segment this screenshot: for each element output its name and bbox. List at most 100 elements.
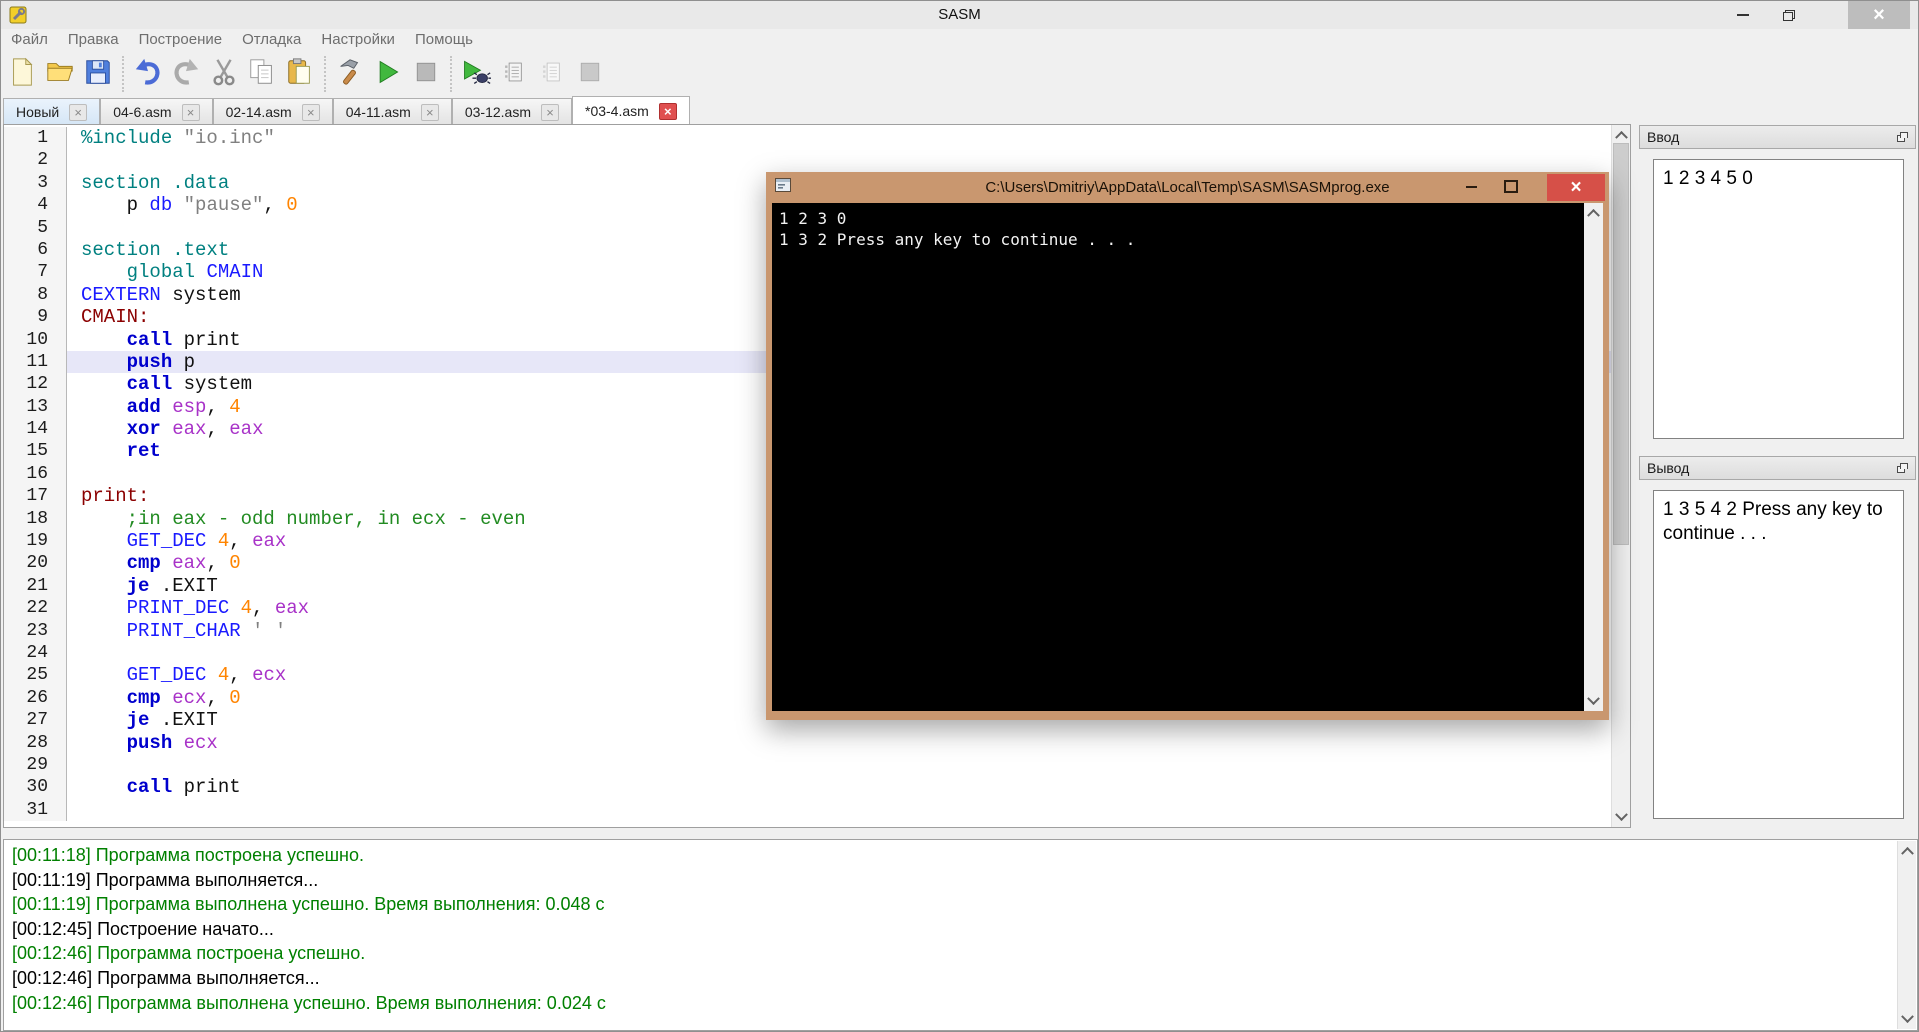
- menu-item-3[interactable]: Построение: [129, 29, 233, 51]
- editor-line[interactable]: 2: [4, 149, 1612, 172]
- copy-icon: [247, 57, 277, 92]
- float-panel-icon[interactable]: [1897, 132, 1908, 142]
- undo-button[interactable]: [129, 54, 167, 94]
- line-number: 3: [4, 171, 67, 195]
- copy-button[interactable]: [243, 54, 281, 94]
- scroll-up-icon[interactable]: [1612, 126, 1630, 144]
- undo-icon: [133, 57, 163, 92]
- tab-Новый[interactable]: Новый: [3, 98, 101, 125]
- console-window[interactable]: C:\Users\Dmitriy\AppData\Local\Temp\SASM…: [766, 172, 1609, 720]
- menu-item-5[interactable]: Настройки: [311, 29, 405, 51]
- build-button[interactable]: [331, 54, 369, 94]
- tab-02-14.asm[interactable]: 02-14.asm: [212, 98, 333, 125]
- editor-scrollbar[interactable]: [1611, 125, 1630, 827]
- line-number: 26: [4, 686, 67, 710]
- editor-line[interactable]: 31: [4, 798, 1612, 822]
- window-title: SASM: [938, 6, 981, 23]
- tab-label: 04-11.asm: [345, 104, 411, 120]
- editor-line[interactable]: 1 %include "io.inc": [4, 127, 1612, 150]
- debug-button[interactable]: [457, 54, 495, 94]
- tab-close-icon[interactable]: [541, 103, 559, 121]
- tab-03-4.asm[interactable]: *03-4.asm: [572, 96, 690, 125]
- console-scrollbar[interactable]: [1584, 203, 1603, 711]
- debug-memory-button[interactable]: [533, 54, 571, 94]
- paste-button[interactable]: [281, 54, 319, 94]
- debug-registers-button[interactable]: [495, 54, 533, 94]
- line-number: 11: [4, 350, 67, 374]
- line-number: 23: [4, 619, 67, 642]
- console-maximize-button[interactable]: [1491, 172, 1531, 201]
- line-number: 13: [4, 395, 67, 419]
- tab-close-icon[interactable]: [69, 103, 88, 121]
- redo-icon: [171, 57, 201, 92]
- float-panel-icon[interactable]: [1897, 463, 1908, 473]
- toolbar-separator: [122, 56, 124, 92]
- console-minimize-icon: [1465, 185, 1477, 188]
- tab-04-6.asm[interactable]: 04-6.asm: [100, 98, 213, 125]
- tab-label: 03-12.asm: [464, 104, 531, 120]
- scroll-up-icon[interactable]: [1898, 842, 1916, 860]
- stop-debug-button[interactable]: [571, 54, 609, 94]
- line-number: 28: [4, 731, 67, 754]
- redo-button[interactable]: [167, 54, 205, 94]
- tab-04-11.asm[interactable]: 04-11.asm: [332, 98, 452, 125]
- tab-bar: Новый 04-6.asm 02-14.asm 04-11.asm 03-12.asm…: [3, 96, 690, 125]
- scroll-down-icon[interactable]: [1584, 692, 1603, 710]
- line-number: 14: [4, 418, 67, 441]
- close-button[interactable]: [1848, 1, 1910, 29]
- input-field[interactable]: 1 2 3 4 5 0: [1653, 159, 1904, 439]
- stop-button[interactable]: [407, 54, 445, 94]
- new-file-button[interactable]: [3, 54, 41, 94]
- line-number: 8: [4, 283, 67, 307]
- editor-line[interactable]: 28 push ecx: [4, 731, 1612, 754]
- debug-memory-icon: [539, 59, 565, 90]
- restore-button[interactable]: [1766, 1, 1812, 29]
- menu-item-2[interactable]: Правка: [58, 29, 129, 51]
- cut-button[interactable]: [205, 54, 243, 94]
- menu-item-4[interactable]: Отладка: [232, 29, 311, 51]
- console-minimize-button[interactable]: [1451, 172, 1491, 201]
- input-panel-header[interactable]: Ввод: [1639, 125, 1916, 149]
- tab-close-icon[interactable]: [181, 103, 200, 121]
- line-number: 7: [4, 261, 67, 284]
- output-panel-header[interactable]: Вывод: [1639, 456, 1916, 480]
- line-number: 17: [4, 485, 67, 508]
- code-text: call print: [126, 776, 241, 799]
- run-icon: [374, 58, 402, 91]
- editor-line[interactable]: 30 call print: [4, 776, 1612, 799]
- line-number: 5: [4, 216, 67, 239]
- scroll-down-icon[interactable]: [1612, 808, 1630, 826]
- line-number: 30: [4, 776, 67, 799]
- menu-item-6[interactable]: Помощь: [405, 29, 483, 51]
- minimize-button[interactable]: [1720, 1, 1766, 29]
- tab-close-icon[interactable]: [658, 102, 677, 120]
- log-entry: [00:12:45] Построение начато...: [12, 918, 274, 939]
- editor-scrollbar-thumb[interactable]: [1613, 143, 1629, 545]
- tab-close-icon[interactable]: [301, 103, 320, 121]
- line-number: 22: [4, 597, 67, 620]
- log-entry: [00:11:18] Программа построена успешно.: [12, 845, 364, 865]
- output-field[interactable]: 1 3 5 4 2 Press any key to continue . . …: [1653, 490, 1904, 819]
- cut-icon: [209, 57, 239, 92]
- console-body[interactable]: 1 2 3 0 1 3 2 Press any key to continue …: [772, 203, 1603, 711]
- line-number: 1: [4, 127, 67, 150]
- log-lines: [00:11:18] Программа построена успешно. […: [12, 843, 1893, 1015]
- log-entry: [00:12:46] Программа выполнена успешно. …: [12, 992, 606, 1013]
- run-button[interactable]: [369, 54, 407, 94]
- save-icon: [83, 57, 113, 92]
- console-output-text[interactable]: 1 2 3 0 1 3 2 Press any key to continue …: [772, 203, 1584, 711]
- save-button[interactable]: [79, 54, 117, 94]
- console-titlebar[interactable]: C:\Users\Dmitriy\AppData\Local\Temp\SASM…: [766, 172, 1609, 203]
- scroll-down-icon[interactable]: [1898, 1010, 1916, 1028]
- tab-03-12.asm[interactable]: 03-12.asm: [451, 98, 572, 125]
- tab-close-icon[interactable]: [420, 103, 439, 121]
- window-titlebar[interactable]: SASM: [1, 1, 1918, 29]
- log-scrollbar[interactable]: [1897, 841, 1916, 1029]
- menu-item-1[interactable]: Файл: [1, 29, 58, 51]
- console-close-button[interactable]: [1547, 174, 1605, 201]
- console-maximize-icon: [1504, 180, 1518, 193]
- build-log: [00:11:18] Программа построена успешно. […: [3, 839, 1918, 1031]
- open-folder-button[interactable]: [41, 54, 79, 94]
- scroll-up-icon[interactable]: [1584, 204, 1603, 222]
- editor-line[interactable]: 29: [4, 753, 1612, 777]
